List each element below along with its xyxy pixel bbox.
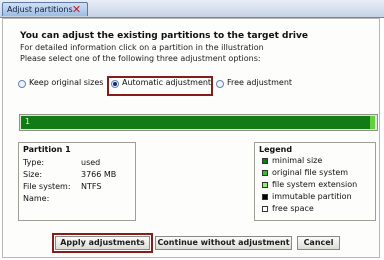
legend-swatch-original [262,170,268,176]
type-value: used [81,158,101,167]
size-label: Size: [23,170,43,179]
free-adjustment-radio[interactable] [216,80,224,88]
legend-box: Legend minimal size original file system… [254,142,376,221]
keep-original-radio[interactable] [18,80,26,88]
partition-info-box: Partition 1 Type: used Size: 3766 MB Fil… [18,142,136,221]
legend-swatch-minimal [262,158,268,164]
partition-illustration: 1 [19,114,378,131]
partition-1-extension[interactable] [370,116,375,129]
legend-label: free space [272,204,314,213]
legend-label: immutable partition [272,192,352,201]
file-system-value: NTFS [81,182,102,191]
legend-swatch-immutable [262,194,268,200]
cancel-button[interactable]: Cancel [297,236,340,250]
name-label: Name: [23,194,50,203]
continue-without-adjustment-button[interactable]: Continue without adjustment [155,236,292,250]
partition-info-title: Partition 1 [23,145,71,154]
intro-line-1: For detailed information click on a part… [20,43,264,52]
legend-swatch-extension [262,182,268,188]
tab-title: Adjust partitions [7,5,73,14]
type-label: Type: [23,158,45,167]
size-value: 3766 MB [81,170,117,179]
intro-line-2: Please select one of the following three… [20,54,261,63]
legend-label: file system extension [272,180,358,189]
partition-1-label: 1 [25,117,31,126]
legend-title: Legend [259,145,293,154]
apply-adjustments-button[interactable]: Apply adjustments [55,236,150,250]
selected-option-highlight [107,76,213,96]
free-adjustment-label[interactable]: Free adjustment [227,78,292,87]
legend-swatch-free [262,206,268,212]
keep-original-label[interactable]: Keep original sizes [29,78,103,87]
partition-1-segment[interactable]: 1 [21,116,370,129]
file-system-label: File system: [23,182,71,191]
legend-label: minimal size [272,156,323,165]
window-titlebar: Adjust partitions ✕ [0,0,384,18]
tab-adjust-partitions[interactable]: Adjust partitions ✕ [2,2,88,16]
close-icon[interactable]: ✕ [71,4,82,15]
page-heading: You can adjust the existing partitions t… [20,31,308,41]
legend-label: original file system [272,168,349,177]
